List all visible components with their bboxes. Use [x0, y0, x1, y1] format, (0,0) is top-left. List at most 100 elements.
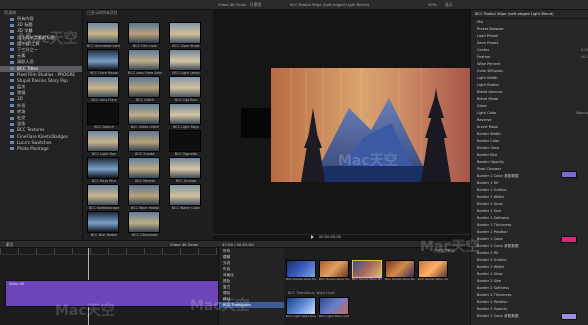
effect-thumbnail[interactable]: BCC Film Look	[128, 22, 166, 48]
effect-thumbnail[interactable]: BCC Glitch	[128, 76, 166, 102]
inspector-parameter[interactable]: Border 1 Size	[471, 208, 588, 215]
effect-thumbnail[interactable]: BCC Opt Blur	[169, 76, 207, 102]
inspector-parameter[interactable]: Border 1 Softness	[471, 215, 588, 222]
thumbnail-label: BCC Opt Blur	[174, 98, 198, 102]
effect-thumbnail[interactable]: BCC Kaleidoscope	[87, 184, 125, 210]
transition-thumbnail[interactable]: BCC Radial Wipe Motion	[352, 260, 382, 282]
parameter-label: Load Preset	[477, 34, 498, 38]
parameter-label: Border 2 Thickness	[477, 293, 512, 297]
effect-thumbnail[interactable]: BCC Rays Blur	[87, 157, 125, 183]
inspector-parameter[interactable]: Border 2 Width	[471, 264, 588, 271]
transition-thumbnail[interactable]: BCC Light Wipe Dissolve	[286, 297, 316, 319]
inspector-parameter[interactable]: Border 2 Position	[471, 299, 588, 306]
sidebar-item-label: 层次	[17, 84, 26, 90]
inspector-parameter[interactable]: Border 2 Glow	[471, 271, 588, 278]
video-clip[interactable]: Video 4K	[5, 280, 220, 307]
inspector-parameter[interactable]: Border 1 Outline	[471, 187, 588, 194]
inspector-parameter[interactable]: Border 2 Fill	[471, 250, 588, 257]
inspector-parameter[interactable]: Border 1 Glow	[471, 201, 588, 208]
inspector-parameter[interactable]: Border 2 Color 参数数据	[471, 243, 588, 250]
color-swatch-3[interactable]	[561, 313, 577, 320]
inspector-parameter[interactable]: Light Color Normal	[471, 110, 588, 117]
sidebar-item[interactable]: Photo Montage	[0, 146, 82, 152]
thumbnail-image	[87, 103, 119, 125]
inspector-parameter[interactable]: Color Diffusion	[471, 68, 588, 75]
inspector-parameter[interactable]: Reverse	[471, 117, 588, 124]
inspector-parameter[interactable]: Border 2 Thickness	[471, 292, 588, 299]
effect-thumbnail[interactable]: BCC Video Glitch	[128, 103, 166, 129]
effect-thumbnail[interactable]: BCC Wipe Radial	[128, 184, 166, 210]
effect-thumbnail[interactable]: BCC Reveal	[128, 157, 166, 183]
inspector-parameter[interactable]: Border Blur	[471, 152, 588, 159]
effect-thumbnail[interactable]: BCC Vignette	[169, 130, 207, 156]
inspector-parameter[interactable]: Border 1 Width	[471, 194, 588, 201]
inspector-parameter[interactable]: Light Width	[471, 75, 588, 82]
inspector-parameter[interactable]: Feather 50.0	[471, 54, 588, 61]
parameter-label: Border 2 Outline	[477, 258, 507, 262]
sidebar-item-label: 转场	[17, 108, 26, 114]
transition-thumbnail[interactable]: BCC Light Wipe Soft	[319, 297, 349, 319]
effect-thumbnail[interactable]: BCC Ultraviolet	[128, 211, 166, 237]
effect-thumbnail[interactable]: BCC Flare Movie	[87, 49, 125, 75]
effect-thumbnail[interactable]: BCC Animated Lens Flare	[87, 22, 125, 48]
effect-thumbnail[interactable]: BCC Light Leaks	[169, 49, 207, 75]
inspector-parameter[interactable]: Center 0.46	[471, 47, 588, 54]
inspector-parameter[interactable]: Border 2 Opacity	[471, 306, 588, 313]
inspector-parameter[interactable]: Border 2 Softness	[471, 285, 588, 292]
inspector-parameter[interactable]: Wipe Percent	[471, 61, 588, 68]
parameter-value[interactable]: Normal	[576, 110, 588, 117]
parameter-label: Light Color	[477, 111, 497, 115]
inspector-parameter[interactable]: Border 1 Thickness	[471, 222, 588, 229]
parameter-value[interactable]: 50.0	[581, 54, 588, 61]
inspector-parameter[interactable]: Border Width	[471, 131, 588, 138]
transition-thumbnail[interactable]: BCC Radial Wipe (Soft Light)	[418, 260, 448, 282]
play-button[interactable]	[311, 235, 314, 239]
transition-thumbnail[interactable]: BCC Radial Wipe Blur	[385, 260, 415, 282]
inspector-parameter[interactable]: Border Opacity	[471, 159, 588, 166]
inspector-parameter[interactable]: Mix	[471, 19, 588, 26]
inspector-parameter[interactable]: Save Preset	[471, 40, 588, 47]
inspector-parameter[interactable]: Border Color	[471, 138, 588, 145]
folder-icon	[10, 104, 14, 108]
inspector-parameter[interactable]: Blend Amount	[471, 89, 588, 96]
view-select[interactable]: 显示	[445, 2, 453, 8]
effect-thumbnail[interactable]: BCC Smoke	[128, 130, 166, 156]
inspector-parameter[interactable]: Glare	[471, 103, 588, 110]
inspector-parameter[interactable]: Border 1 Fill	[471, 180, 588, 187]
inspector-parameter[interactable]: Invert Mask	[471, 124, 588, 131]
inspector-parameter[interactable]: Blend Mode	[471, 96, 588, 103]
sidebar-item-label: 社交	[17, 115, 26, 120]
color-swatch-1[interactable]	[561, 171, 577, 178]
thumbnail-label: BCC Film Look	[133, 44, 157, 48]
effect-thumbnail[interactable]: BCC Glow Ghost	[169, 22, 207, 48]
thumbnail-label: BCC Smoke	[135, 152, 155, 156]
effect-thumbnail[interactable]: BCC Light Rays	[169, 103, 207, 129]
inspector-parameter[interactable]: Load Preset	[471, 33, 588, 40]
transition-thumbnail[interactable]: BCC Radial Wipe (Soft-edged)	[319, 260, 349, 282]
zoom-select[interactable]: 49%	[428, 2, 436, 7]
inspector-parameter[interactable]: Light Radius	[471, 82, 588, 89]
category-item[interactable]: BCC Transitions	[219, 302, 284, 308]
inspector-parameter[interactable]: Border 2 Outline	[471, 257, 588, 264]
parameter-label: Light Radius	[477, 83, 500, 87]
effect-thumbnail[interactable]: BCC Sketch	[87, 103, 125, 129]
effect-thumbnail[interactable]: BCC Light Ray	[87, 130, 125, 156]
parameter-value[interactable]: 0.46	[581, 47, 588, 54]
thumbnail-image	[128, 211, 160, 233]
inspector-parameter[interactable]: Preset Browser	[471, 26, 588, 33]
thumbnail-image	[169, 22, 201, 44]
effect-thumbnail[interactable]: BCC Grunge	[169, 157, 207, 183]
parameter-label: Border 1 Position	[477, 230, 508, 234]
effect-thumbnail[interactable]: BCC Blur Radial	[87, 211, 125, 237]
effect-thumbnail[interactable]: BCC Lens Flare	[87, 76, 125, 102]
transition-image	[319, 260, 349, 278]
transition-image	[385, 260, 415, 278]
inspector-parameter[interactable]: Border 2 Size	[471, 278, 588, 285]
effect-thumbnail[interactable]: BCC Water Color	[169, 184, 207, 210]
color-swatch-2[interactable]	[561, 236, 577, 243]
inspector-parameter[interactable]: Border 1 Position	[471, 229, 588, 236]
parameter-label: Reverse	[477, 118, 492, 122]
effect-thumbnail[interactable]: BCC Lens Flare Advanced	[128, 49, 166, 75]
inspector-parameter[interactable]: Border Glow	[471, 145, 588, 152]
transition-thumbnail[interactable]: BCC Radial Wipe Transition	[286, 260, 316, 282]
